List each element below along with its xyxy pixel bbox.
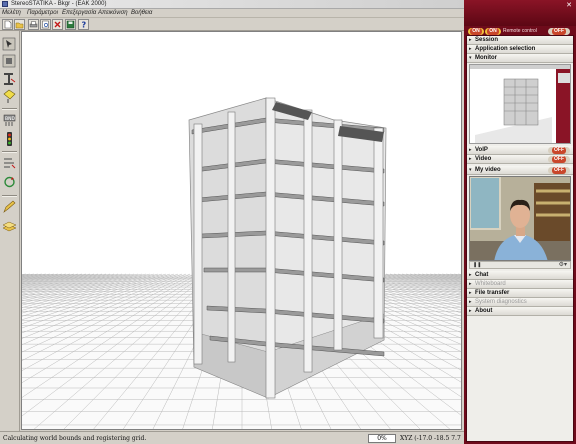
- webcam-feed: [469, 176, 571, 261]
- open-folder-icon[interactable]: [14, 19, 25, 30]
- collaboration-panel: ✕ ON ON Remote control OFF ▸ Session ▸ A…: [464, 0, 576, 444]
- panel-header: ✕ ON ON Remote control OFF: [464, 0, 576, 35]
- new-file-icon[interactable]: [2, 19, 13, 30]
- chevron-right-icon: ▸: [469, 46, 472, 52]
- svg-text:BND: BND: [5, 116, 15, 122]
- move-icon[interactable]: [2, 53, 17, 69]
- chevron-right-icon: ▸: [469, 147, 472, 153]
- pause-icon[interactable]: ❚❚: [473, 262, 481, 269]
- rotate-icon[interactable]: [2, 174, 17, 190]
- window-title: StereoSTATIKA - Bkgr - (EAK 2000): [11, 1, 107, 7]
- section-session[interactable]: ▸ Session: [467, 36, 573, 45]
- delete-icon[interactable]: [52, 19, 63, 30]
- voip-toggle[interactable]: OFF: [548, 147, 570, 154]
- chevron-right-icon: ▸: [469, 156, 472, 162]
- webcam-image: [470, 177, 570, 260]
- building-model: [22, 97, 461, 429]
- left-toolbox: BND: [0, 31, 20, 431]
- select-icon[interactable]: [2, 36, 17, 52]
- video-controls: ❚❚ ⚙▾: [469, 261, 571, 269]
- main-window: StereoSTATIKA - Bkgr - (EAK 2000) Μελέτη…: [0, 0, 464, 444]
- section-video[interactable]: ▸ Video OFF: [467, 155, 573, 164]
- chevron-right-icon: ▸: [469, 37, 472, 43]
- print-icon[interactable]: [28, 19, 39, 30]
- section-whiteboard[interactable]: ▸ Whiteboard: [467, 280, 573, 289]
- status-message: Calculating world bounds and registering…: [3, 435, 147, 442]
- chevron-right-icon: ▸: [469, 272, 472, 278]
- chevron-down-icon: ▾: [469, 167, 472, 173]
- section-system-diagnostics[interactable]: ▸ System diagnostics: [467, 298, 573, 307]
- toolbar: ?: [0, 18, 464, 31]
- section-voip[interactable]: ▸ VoIP OFF: [467, 146, 573, 155]
- section-icon[interactable]: [2, 88, 17, 104]
- 3d-viewport[interactable]: [21, 31, 462, 430]
- menu-study[interactable]: Μελέτη: [2, 9, 21, 18]
- toggle-1[interactable]: ON: [468, 28, 484, 35]
- chevron-right-icon: ▸: [469, 290, 472, 296]
- calculate-icon[interactable]: BND: [2, 112, 17, 128]
- coordinates-readout: XYZ (-17.0 -18.5 7.7: [400, 435, 461, 442]
- remote-control-label: Remote control: [503, 28, 537, 34]
- section-monitor[interactable]: ▾ Monitor: [467, 54, 573, 63]
- app-icon: [2, 1, 8, 7]
- section-application-selection[interactable]: ▸ Application selection: [467, 45, 573, 54]
- section-file-transfer[interactable]: ▸ File transfer: [467, 289, 573, 298]
- gear-icon[interactable]: ⚙▾: [559, 262, 567, 269]
- status-bar: Calculating world bounds and registering…: [0, 431, 464, 444]
- edit-icon[interactable]: [2, 199, 17, 215]
- chevron-right-icon: ▸: [469, 299, 472, 305]
- menu-help[interactable]: Βοήθεια: [131, 9, 152, 18]
- chevron-down-icon: ▾: [469, 55, 472, 61]
- progress-indicator: 0%: [368, 434, 396, 443]
- traffic-light-icon[interactable]: [2, 131, 17, 147]
- menu-edit[interactable]: Επεξεργασία: [62, 9, 96, 18]
- menu-parameters[interactable]: Παράμετροι: [27, 9, 58, 18]
- close-icon[interactable]: ✕: [565, 2, 573, 10]
- save-icon[interactable]: [65, 19, 76, 30]
- column-icon[interactable]: [2, 71, 17, 87]
- video-toggle[interactable]: OFF: [548, 156, 570, 163]
- section-about[interactable]: ▸ About: [467, 307, 573, 316]
- section-my-video[interactable]: ▾ My video OFF: [467, 166, 573, 175]
- layers-icon[interactable]: [2, 218, 17, 234]
- menu-bar: Μελέτη Παράμετροι Επεξεργασία Απεικόνιση…: [0, 9, 464, 18]
- panel-body: ▸ Session ▸ Application selection ▾ Moni…: [466, 35, 574, 442]
- monitor-thumbnail: [470, 65, 570, 143]
- menu-view[interactable]: Απεικόνιση: [98, 9, 128, 18]
- section-chat[interactable]: ▸ Chat: [467, 271, 573, 280]
- svg-text:?: ?: [82, 21, 87, 30]
- monitor-preview[interactable]: [469, 64, 571, 144]
- help-icon[interactable]: ?: [78, 19, 89, 30]
- chevron-right-icon: ▸: [469, 281, 472, 287]
- toggle-2[interactable]: ON: [485, 28, 501, 35]
- print-preview-icon[interactable]: [40, 19, 51, 30]
- title-bar: StereoSTATIKA - Bkgr - (EAK 2000): [0, 0, 464, 9]
- my-video-toggle[interactable]: OFF: [548, 167, 570, 174]
- remote-control-toggle[interactable]: OFF: [548, 28, 570, 35]
- beam-icon[interactable]: [2, 155, 17, 171]
- chevron-right-icon: ▸: [469, 308, 472, 314]
